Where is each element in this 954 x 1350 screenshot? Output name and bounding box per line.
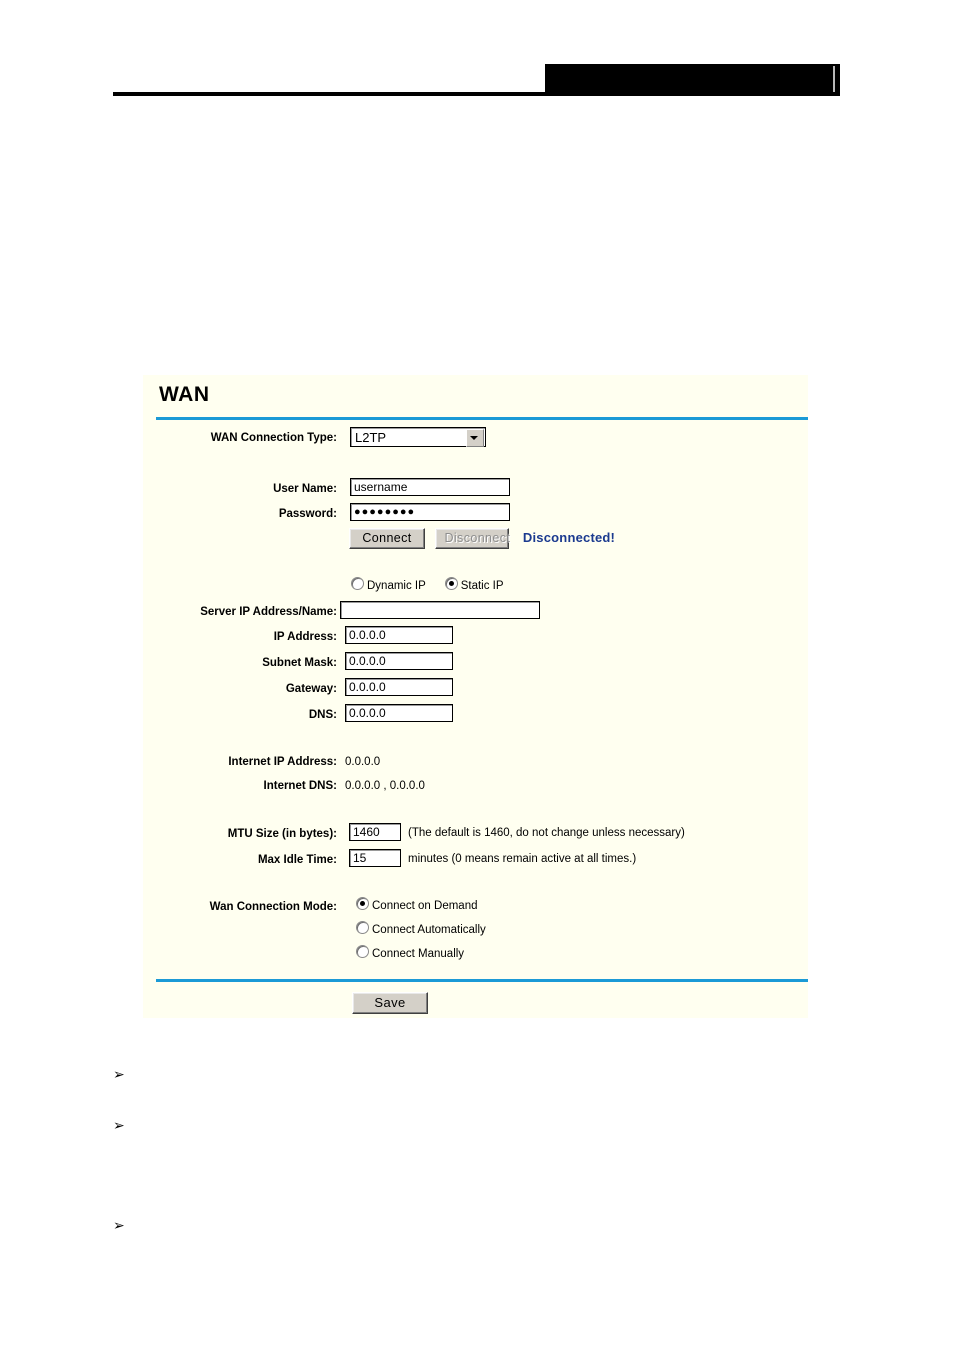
label-ip-address: IP Address:	[273, 631, 337, 643]
radio-static-ip-dot[interactable]	[444, 577, 458, 591]
header-horizontal-rule	[113, 92, 840, 96]
save-button[interactable]: Save	[352, 992, 428, 1014]
header-black-banner	[545, 64, 840, 95]
mtu-size-hint: (The default is 1460, do not change unle…	[408, 827, 685, 839]
label-dns: DNS:	[308, 709, 337, 721]
label-subnet-mask: Subnet Mask:	[262, 657, 337, 669]
internet-ip-address-value: 0.0.0.0	[345, 756, 381, 768]
password-input[interactable]: ●●●●●●●●	[350, 503, 510, 521]
dns-input[interactable]: 0.0.0.0	[345, 704, 453, 722]
label-internet-ip-address: Internet IP Address:	[228, 756, 337, 768]
radio-dynamic-ip-dot[interactable]	[351, 577, 364, 591]
gateway-input[interactable]: 0.0.0.0	[345, 678, 453, 696]
connection-status-text: Disconnected!	[522, 530, 616, 545]
row-subnet-mask: Subnet Mask: 0.0.0.0	[143, 652, 808, 674]
row-mtu-size: MTU Size (in bytes): 1460 (The default is…	[143, 823, 808, 845]
row-user-name: User Name: username	[143, 478, 808, 500]
row-dns: DNS: 0.0.0.0	[143, 704, 808, 726]
internet-dns-value: 0.0.0.0 , 0.0.0.0	[345, 780, 425, 792]
radio-connect-on-demand-dot[interactable]	[356, 897, 369, 911]
label-internet-dns: Internet DNS:	[263, 780, 337, 792]
divider-bottom	[156, 979, 808, 982]
row-connection-actions: Connect Disconnect Disconnected!	[143, 527, 808, 551]
radio-connect-automatically-label: Connect Automatically	[372, 924, 486, 937]
radio-connect-manually-label: Connect Manually	[372, 948, 465, 961]
radio-static-ip[interactable]: Static IP	[444, 577, 504, 594]
radio-connect-automatically-dot[interactable]	[356, 921, 369, 935]
chevron-down-icon[interactable]	[466, 429, 484, 447]
row-wan-connection-type: WAN Connection Type: L2TP	[143, 427, 808, 449]
label-user-name: User Name:	[273, 483, 337, 495]
mtu-size-input[interactable]: 1460	[349, 823, 401, 841]
row-max-idle-time: Max Idle Time: 15 minutes (0 means remain…	[143, 849, 808, 871]
row-wan-connection-mode: Wan Connection Mode: Connect on Demand	[143, 896, 808, 914]
connect-button[interactable]: Connect	[349, 528, 425, 549]
page-title: WAN	[159, 383, 210, 406]
radio-dynamic-ip[interactable]: Dynamic IP	[351, 577, 426, 594]
row-internet-ip-address: Internet IP Address: 0.0.0.0	[143, 751, 808, 773]
wan-connection-type-value: L2TP	[355, 430, 387, 445]
label-wan-connection-mode: Wan Connection Mode:	[209, 901, 337, 913]
page-header	[0, 0, 954, 110]
row-ip-mode: Dynamic IP Static IP	[143, 577, 808, 595]
ip-address-input[interactable]: 0.0.0.0	[345, 626, 453, 644]
radio-connect-on-demand-label: Connect on Demand	[372, 900, 478, 913]
radio-connect-manually[interactable]: Connect Manually	[356, 945, 464, 962]
wan-connection-type-select[interactable]: L2TP	[350, 427, 486, 447]
bullet-marker-2: ➢	[113, 1118, 125, 1134]
row-gateway: Gateway: 0.0.0.0	[143, 678, 808, 700]
disconnect-button: Disconnect	[435, 528, 510, 549]
label-wan-connection-type: WAN Connection Type:	[210, 432, 337, 444]
label-mtu-size: MTU Size (in bytes):	[227, 828, 337, 840]
label-server-ip-address-name: Server IP Address/Name:	[200, 606, 337, 618]
row-password: Password: ●●●●●●●●	[143, 503, 808, 525]
label-gateway: Gateway:	[285, 683, 337, 695]
row-ip-address: IP Address: 0.0.0.0	[143, 626, 808, 648]
radio-static-ip-label: Static IP	[460, 580, 504, 593]
header-banner-notch	[833, 66, 835, 93]
row-server-ip-address-name: Server IP Address/Name:	[143, 601, 808, 623]
bullet-marker-3: ➢	[113, 1218, 125, 1234]
row-internet-dns: Internet DNS: 0.0.0.0 , 0.0.0.0	[143, 775, 808, 797]
row-connect-automatically: Connect Automatically	[143, 920, 808, 938]
radio-dynamic-ip-label: Dynamic IP	[367, 580, 426, 593]
radio-connect-on-demand[interactable]: Connect on Demand	[356, 897, 477, 914]
radio-connect-manually-dot[interactable]	[356, 945, 369, 959]
row-connect-manually: Connect Manually	[143, 944, 808, 962]
radio-connect-automatically[interactable]: Connect Automatically	[356, 921, 486, 938]
subnet-mask-input[interactable]: 0.0.0.0	[345, 652, 453, 670]
server-ip-address-name-input[interactable]	[340, 601, 540, 619]
user-name-input[interactable]: username	[350, 478, 510, 496]
divider-top	[156, 417, 808, 420]
wan-settings-panel: WAN WAN Connection Type: L2TP User Name:…	[143, 375, 808, 1018]
max-idle-time-input[interactable]: 15	[349, 849, 401, 867]
max-idle-time-hint: minutes (0 means remain active at all ti…	[408, 853, 637, 865]
label-max-idle-time: Max Idle Time:	[257, 854, 337, 866]
label-password: Password:	[278, 508, 337, 520]
bullet-marker-1: ➢	[113, 1067, 125, 1083]
